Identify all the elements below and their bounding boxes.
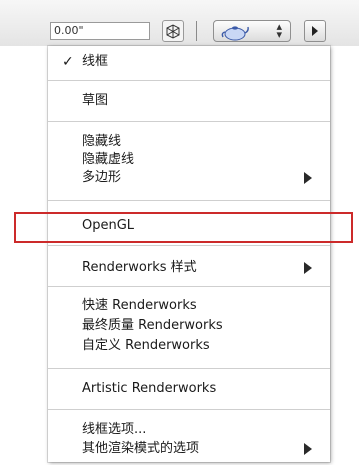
menu-divider [48,409,330,410]
menu-item-label: Artistic Renderworks [82,381,217,396]
offset-value-field[interactable]: 0.00" [50,22,150,40]
render-mode-tool-icon[interactable] [162,20,184,42]
menu-item-label: 隐藏虚线 [82,152,135,167]
toolbar-separator [196,21,197,41]
menu-item-label: Renderworks 样式 [82,260,197,275]
menu-divider [48,245,330,246]
render-mode-menu: ✓ 线框 草图 隐藏线 隐藏虚线 多边形 OpenGL Renderworks … [48,46,330,462]
menu-divider [48,368,330,369]
menu-item-label: 多边形 [82,170,122,185]
menu-item-label: OpenGL [82,218,135,233]
toolbar: 0.00" ▴ ▾ [0,0,359,46]
teapot-icon [220,23,250,45]
menu-item-label: 草图 [82,93,109,108]
submenu-arrow-icon [304,443,312,455]
submenu-arrow-icon [304,262,312,274]
menu-item-label: 其他渲染模式的选项 [82,441,200,456]
menu-item-label: 线框选项... [82,422,147,437]
menu-item-label: 隐藏线 [82,134,122,149]
checkmark-icon: ✓ [62,54,74,70]
menu-divider [48,200,330,201]
render-mode-popup-button[interactable]: ▴ ▾ [213,20,291,42]
menu-item-label: 线框 [82,54,109,69]
menu-divider [48,286,330,287]
menu-divider [48,121,330,122]
menu-item-label: 最终质量 Renderworks [82,318,223,333]
menu-divider [48,80,330,81]
menu-item-label: 快速 Renderworks [82,298,197,313]
menu-item-label: 自定义 Renderworks [82,338,210,353]
submenu-arrow-icon [304,172,312,184]
play-arrow-button[interactable] [304,20,326,42]
up-down-arrows-icon: ▴ ▾ [276,20,282,41]
